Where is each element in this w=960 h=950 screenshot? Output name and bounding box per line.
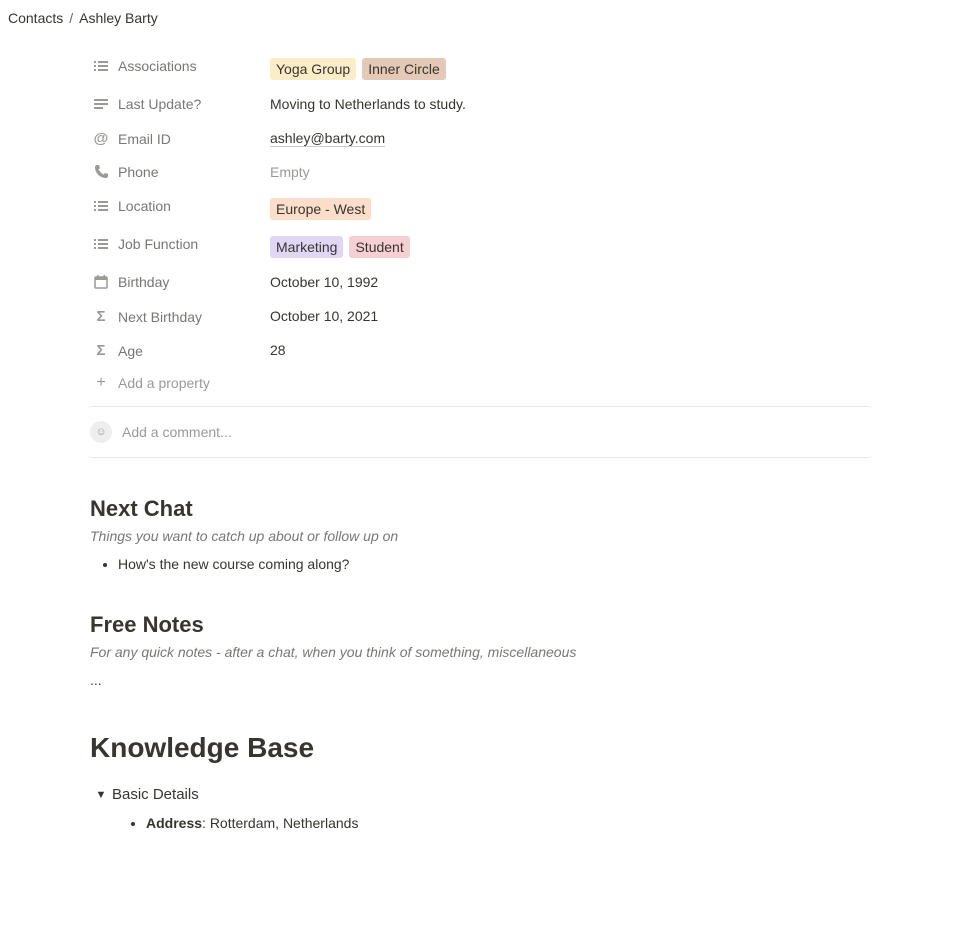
list-item[interactable]: Address: Rotterdam, Netherlands: [146, 813, 870, 833]
property-label-text: Location: [118, 198, 171, 214]
property-label-phone[interactable]: Phone: [90, 160, 270, 184]
breadcrumb-current[interactable]: Ashley Barty: [79, 10, 158, 26]
property-label-text: Age: [118, 343, 143, 359]
properties-block: Associations Yoga Group Inner Circle Las…: [90, 36, 870, 406]
next-chat-heading[interactable]: Next Chat: [90, 496, 870, 522]
property-label-location[interactable]: Location: [90, 194, 270, 218]
tag[interactable]: Student: [349, 236, 409, 258]
property-label-text: Associations: [118, 58, 197, 74]
property-location[interactable]: Location Europe - West: [90, 190, 870, 228]
property-value-birthday[interactable]: October 10, 1992: [270, 270, 870, 294]
value-text: October 10, 1992: [270, 274, 378, 290]
property-value-location[interactable]: Europe - West: [270, 194, 870, 224]
value-text: October 10, 2021: [270, 308, 378, 324]
property-job-function[interactable]: Job Function Marketing Student: [90, 228, 870, 266]
empty-value: Empty: [270, 164, 310, 180]
text-icon: [90, 96, 112, 112]
property-label-text: Next Birthday: [118, 309, 202, 325]
property-age[interactable]: Σ Age 28: [90, 334, 870, 368]
property-value-phone[interactable]: Empty: [270, 160, 870, 184]
property-email[interactable]: @ Email ID ashley@barty.com: [90, 122, 870, 156]
property-label-associations[interactable]: Associations: [90, 54, 270, 78]
triangle-down-icon: ▼: [90, 789, 112, 801]
property-last-update[interactable]: Last Update? Moving to Netherlands to st…: [90, 88, 870, 122]
calendar-icon: [90, 274, 112, 290]
avatar: ☺: [90, 421, 112, 443]
property-value-email[interactable]: ashley@barty.com: [270, 126, 870, 151]
value-text: Moving to Netherlands to study.: [270, 96, 466, 112]
tag[interactable]: Marketing: [270, 236, 343, 258]
property-label-age[interactable]: Σ Age: [90, 338, 270, 363]
page-content: Associations Yoga Group Inner Circle Las…: [90, 36, 870, 873]
property-label-text: Job Function: [118, 236, 198, 252]
property-next-birthday[interactable]: Σ Next Birthday October 10, 2021: [90, 300, 870, 334]
breadcrumb: Contacts / Ashley Barty: [0, 0, 960, 36]
toggle-label: Basic Details: [112, 786, 199, 803]
property-label-text: Phone: [118, 164, 158, 180]
property-value-age[interactable]: 28: [270, 338, 870, 362]
phone-icon: [90, 164, 112, 180]
next-chat-subtitle[interactable]: Things you want to catch up about or fol…: [90, 528, 870, 544]
property-label-birthday[interactable]: Birthday: [90, 270, 270, 294]
knowledge-base-heading[interactable]: Knowledge Base: [90, 732, 870, 764]
free-notes-heading[interactable]: Free Notes: [90, 612, 870, 638]
basic-details-list[interactable]: Address: Rotterdam, Netherlands: [90, 813, 870, 833]
value-text: 28: [270, 342, 286, 358]
breadcrumb-separator: /: [69, 10, 73, 26]
tag[interactable]: Inner Circle: [362, 58, 446, 80]
property-value-last-update[interactable]: Moving to Netherlands to study.: [270, 92, 870, 116]
item-label: Address: [146, 815, 202, 831]
item-value: Rotterdam, Netherlands: [210, 815, 359, 831]
property-value-job-function[interactable]: Marketing Student: [270, 232, 870, 262]
property-label-email[interactable]: @ Email ID: [90, 126, 270, 151]
property-label-text: Birthday: [118, 274, 169, 290]
property-phone[interactable]: Phone Empty: [90, 156, 870, 190]
property-label-last-update[interactable]: Last Update?: [90, 92, 270, 116]
tag[interactable]: Yoga Group: [270, 58, 356, 80]
free-notes-body[interactable]: ...: [90, 670, 870, 690]
list-icon: [90, 198, 112, 214]
list-icon: [90, 236, 112, 252]
comment-placeholder: Add a comment...: [122, 424, 232, 440]
item-sep: :: [202, 815, 210, 831]
add-comment-input[interactable]: ☺ Add a comment...: [90, 407, 870, 457]
property-value-next-birthday[interactable]: October 10, 2021: [270, 304, 870, 328]
tag[interactable]: Europe - West: [270, 198, 371, 220]
property-value-associations[interactable]: Yoga Group Inner Circle: [270, 54, 870, 84]
property-label-text: Email ID: [118, 131, 171, 147]
property-label-job-function[interactable]: Job Function: [90, 232, 270, 256]
toggle-basic-details[interactable]: ▼ Basic Details: [90, 782, 870, 807]
email-link[interactable]: ashley@barty.com: [270, 130, 385, 147]
add-property-button[interactable]: + Add a property: [90, 368, 870, 406]
property-associations[interactable]: Associations Yoga Group Inner Circle: [90, 50, 870, 88]
divider: [90, 457, 870, 458]
list-item[interactable]: How's the new course coming along?: [118, 554, 870, 574]
breadcrumb-root[interactable]: Contacts: [8, 10, 63, 26]
add-property-label: Add a property: [118, 375, 210, 391]
list-icon: [90, 58, 112, 74]
formula-icon: Σ: [90, 342, 112, 359]
at-icon: @: [90, 130, 112, 147]
next-chat-list[interactable]: How's the new course coming along?: [90, 554, 870, 574]
formula-icon: Σ: [90, 308, 112, 325]
free-notes-subtitle[interactable]: For any quick notes - after a chat, when…: [90, 644, 870, 660]
property-birthday[interactable]: Birthday October 10, 1992: [90, 266, 870, 300]
property-label-text: Last Update?: [118, 96, 201, 112]
plus-icon: +: [90, 374, 112, 392]
property-label-next-birthday[interactable]: Σ Next Birthday: [90, 304, 270, 329]
